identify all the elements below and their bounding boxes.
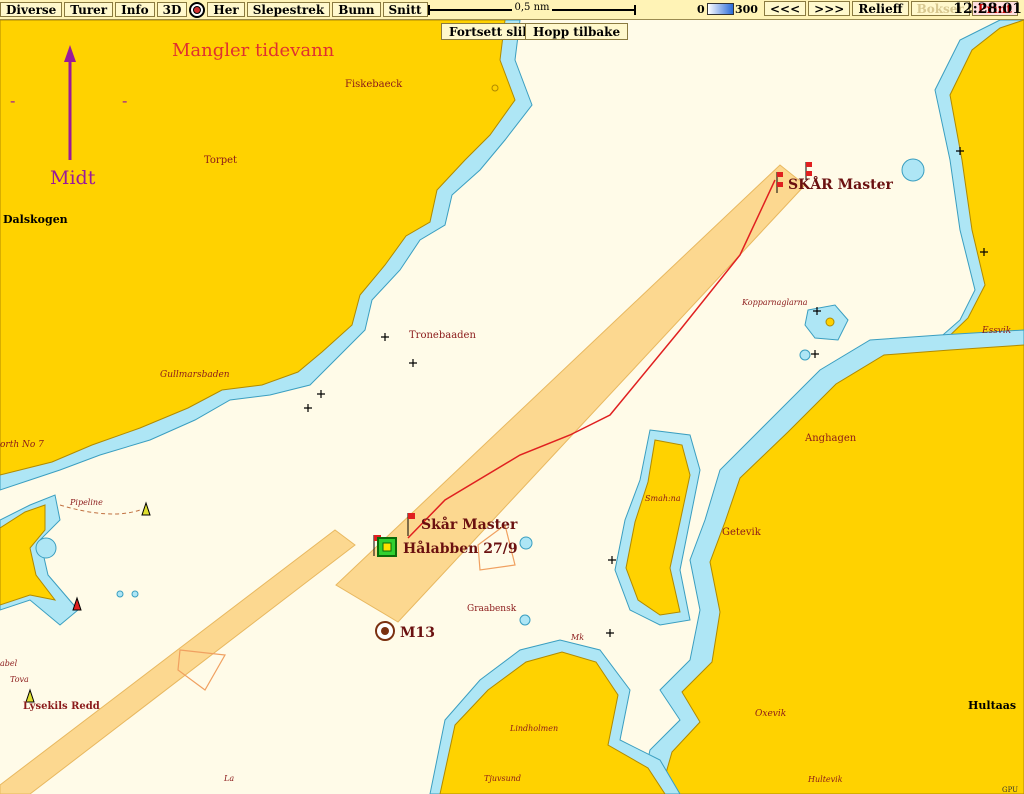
menu-her[interactable]: Her (207, 2, 245, 17)
waypoint-skar-master[interactable]: Skår Master (421, 515, 518, 533)
place-mk: Mk (570, 633, 584, 642)
place-dalskogen: Dalskogen (3, 213, 68, 226)
place-graabensk: Graabensk (467, 604, 517, 614)
clock: 12:28:01 (953, 1, 1022, 17)
jump-back-button[interactable]: Hopp tilbake (525, 23, 629, 40)
toolbar: Diverse Turer Info 3D Her Slepestrek Bun… (0, 0, 1024, 20)
place-tjuvsund: Tjuvsund (484, 774, 521, 783)
place-fiskebaeck: Fiskebaeck (345, 79, 403, 90)
place-north7: orth No 7 (0, 440, 44, 450)
place-lindholmen: Lindholmen (509, 724, 558, 733)
place-anghagen: Anghagen (804, 433, 857, 444)
north-label: Midt (50, 167, 96, 189)
gpu-label: GPU (1002, 786, 1018, 794)
relief-button[interactable]: Relieff (852, 1, 909, 16)
menu-3d[interactable]: 3D (156, 2, 188, 17)
scale-label: 0,5 nm (512, 2, 552, 13)
waypoint-lysekils-redd[interactable]: Lysekils Redd (23, 701, 100, 712)
place-hultevik: Hultevik (807, 775, 843, 784)
menu-slepestrek[interactable]: Slepestrek (246, 2, 331, 17)
place-essvik: Essvik (981, 326, 1011, 336)
menu-turer[interactable]: Turer (64, 2, 114, 17)
depth-min-label: 0 (697, 3, 705, 16)
next-button[interactable]: >>> (808, 1, 851, 16)
place-la: La (223, 774, 234, 783)
depth-gradient[interactable] (707, 3, 734, 15)
place-hultaas: Hultaas (968, 699, 1016, 712)
place-getevik: Getevik (722, 527, 762, 538)
menu-diverse[interactable]: Diverse (0, 2, 63, 17)
scale-bar: 0,5 nm (428, 2, 636, 16)
place-pipeline: Pipeline (69, 498, 103, 507)
prev-button[interactable]: <<< (764, 1, 807, 16)
place-oxevik: Oxevik (755, 709, 786, 719)
m13-target-icon (375, 621, 395, 641)
menu-snitt[interactable]: Snitt (382, 2, 428, 17)
place-kopparnaglarna: Kopparnaglarna (741, 298, 808, 307)
place-gullmarsbaden: Gullmarsbaden (160, 370, 230, 380)
position-target-icon[interactable] (189, 1, 206, 18)
dash-left: - (10, 91, 15, 110)
waypoint-skar-master-top[interactable]: SKÅR Master (788, 175, 893, 193)
tide-warning: Mangler tidevann (172, 40, 335, 61)
waypoint-m13[interactable]: M13 (400, 625, 435, 641)
menu-bunn[interactable]: Bunn (332, 2, 381, 17)
waypoint-halabben[interactable]: Hålabben 27/9 (403, 539, 518, 557)
place-smahna: Smah:na (645, 494, 681, 503)
depth-max-label: 300 (735, 3, 758, 16)
dash-right: - (122, 91, 127, 110)
place-tova: Tova (10, 675, 29, 684)
continue-button[interactable]: Fortsett slik (441, 23, 539, 40)
menu-info[interactable]: Info (115, 2, 155, 17)
nautical-chart[interactable]: Mangler tidevann Midt - - SKÅR Master Sk… (0, 20, 1024, 794)
place-abel: abel (0, 659, 18, 668)
place-tronebaaden: Tronebaaden (409, 330, 476, 341)
place-torpet: Torpet (204, 155, 237, 166)
